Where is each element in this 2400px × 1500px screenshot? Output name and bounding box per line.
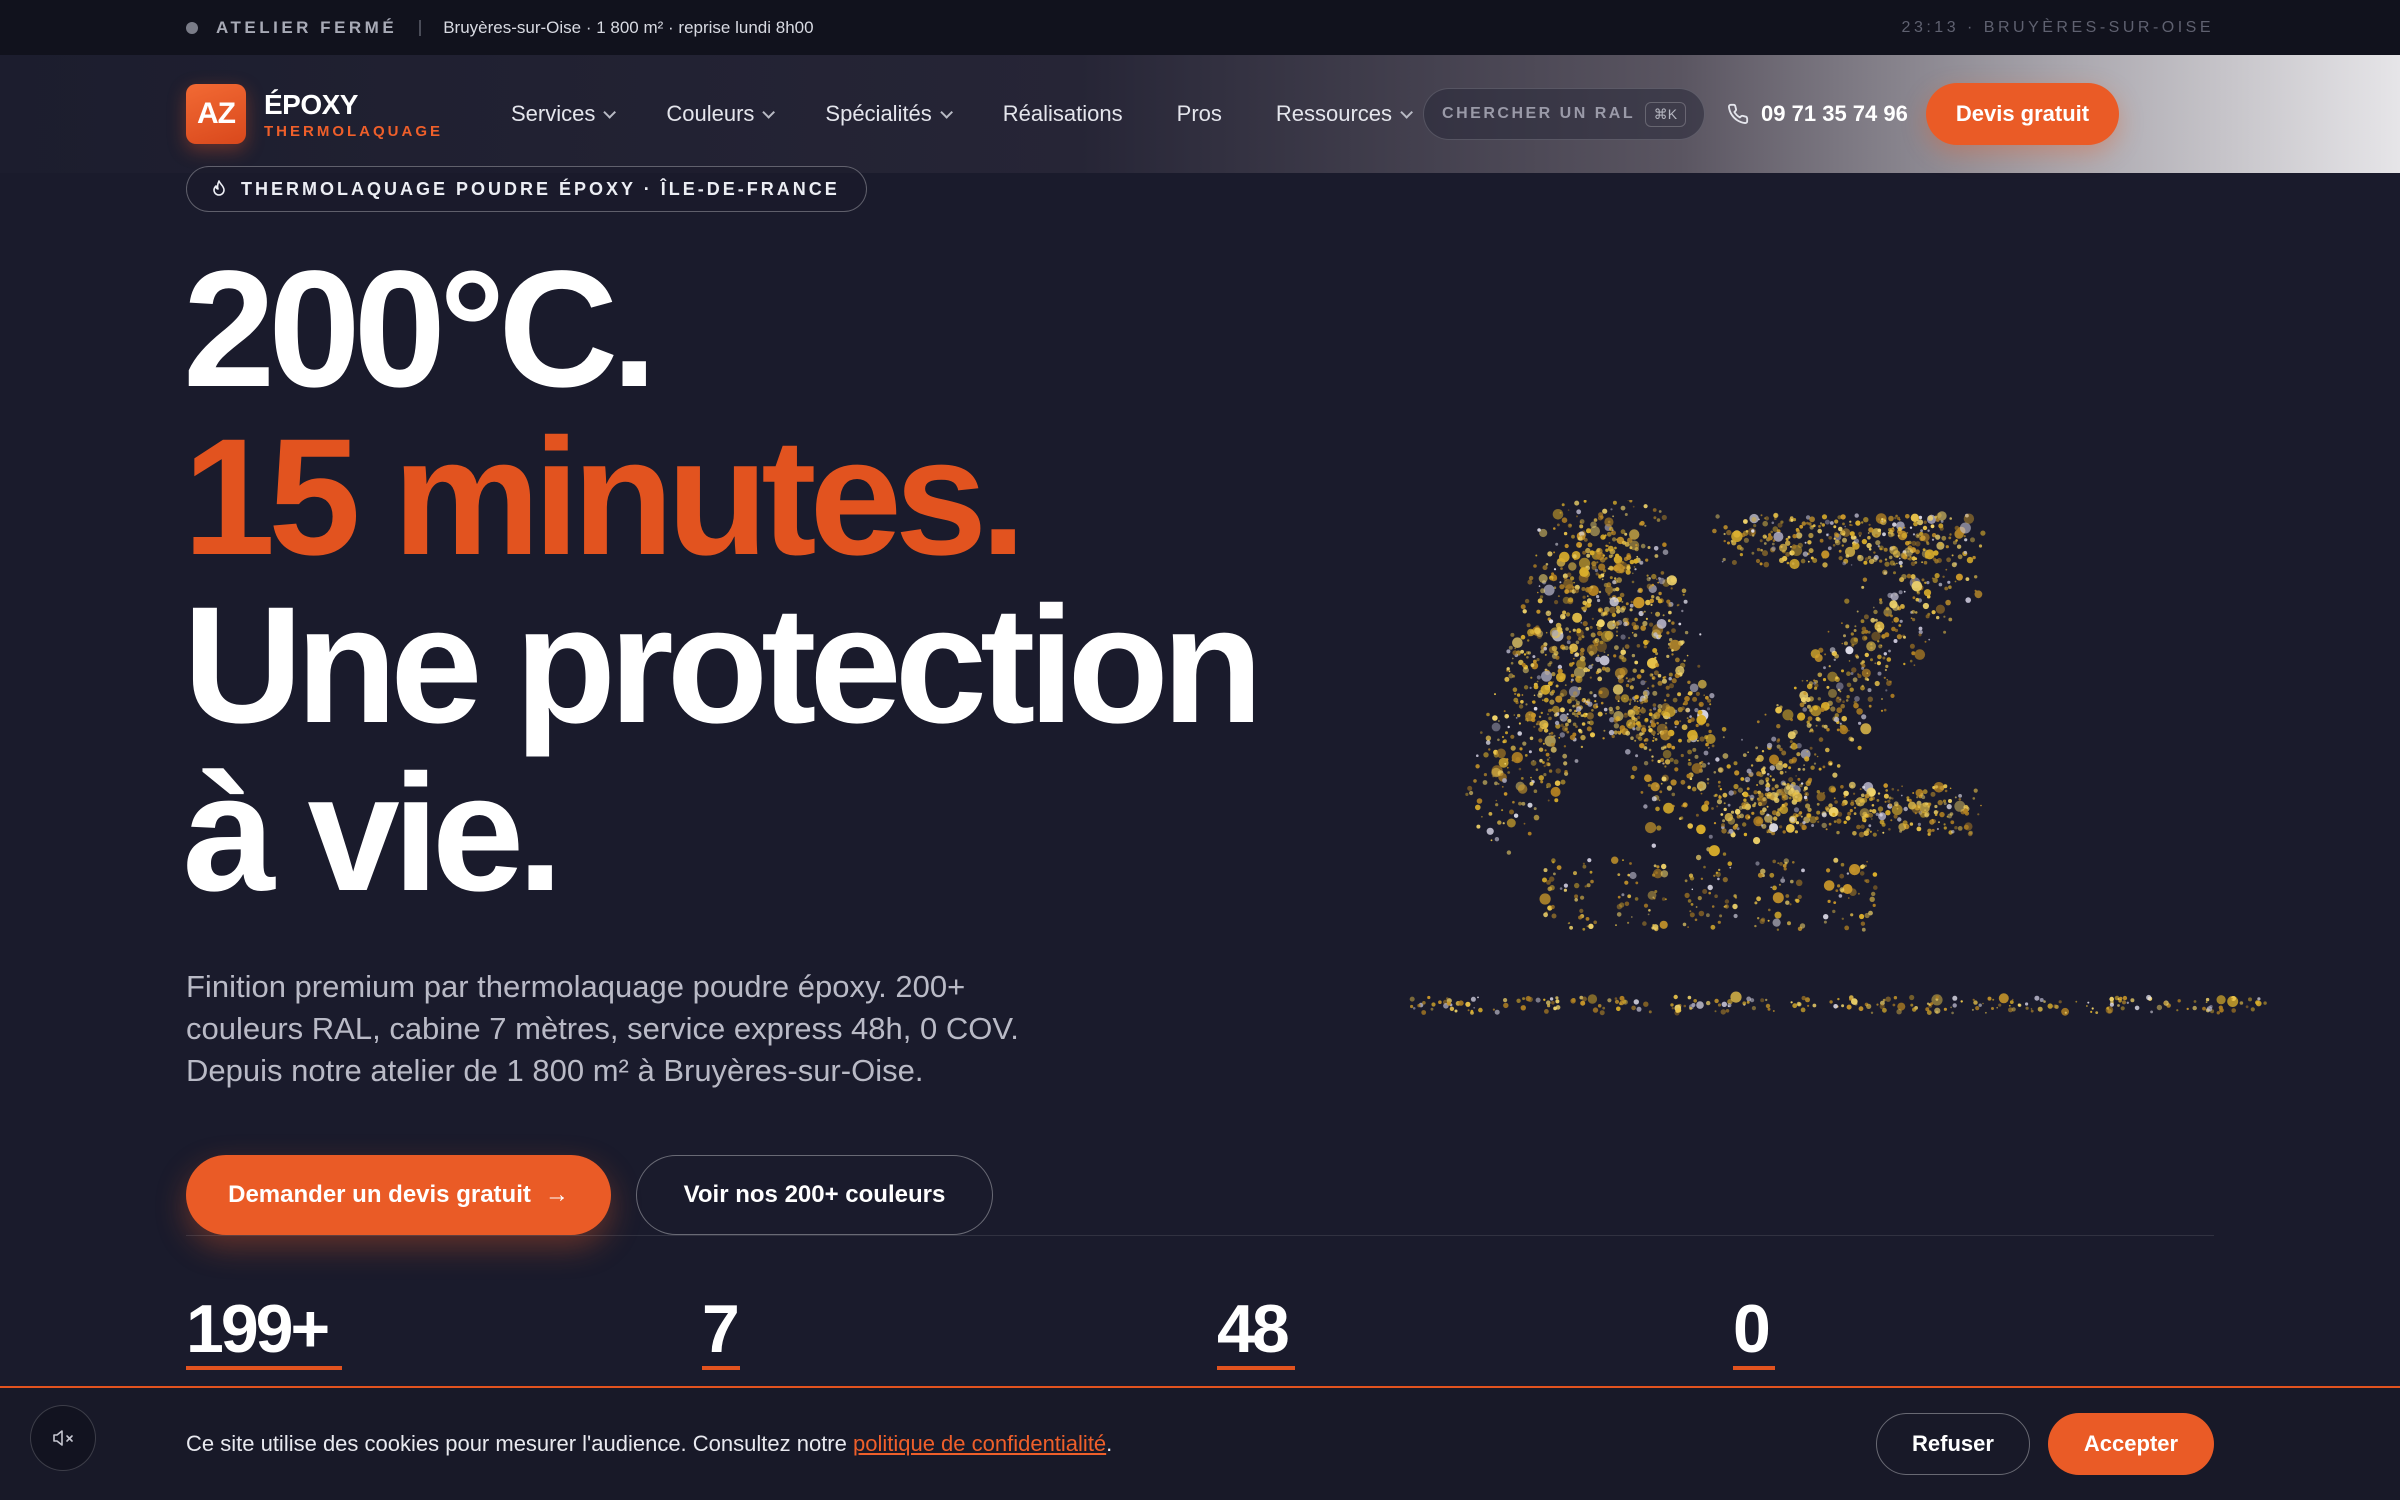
hero-tag: THERMOLAQUAGE POUDRE ÉPOXY · ÎLE-DE-FRAN… (186, 166, 867, 212)
chevron-down-icon (940, 105, 953, 119)
nav-item-realisations[interactable]: Réalisations (1003, 101, 1123, 127)
section-divider (186, 1235, 2214, 1236)
workshop-status: ATELIER FERMÉ (216, 17, 398, 37)
hero-description: Finition premium par thermolaquage poudr… (186, 969, 1019, 1088)
request-quote-button[interactable]: Demander un devis gratuit → (186, 1155, 611, 1235)
status-divider (419, 19, 422, 36)
stat-express: 48 (1217, 1294, 1295, 1370)
chevron-down-icon (762, 105, 776, 119)
view-colors-button[interactable]: Voir nos 200+ couleurs (636, 1155, 993, 1235)
stat-cabin: 7 (702, 1294, 740, 1370)
workshop-info: Bruyères-sur-Oise · 1 800 m² · reprise l… (443, 17, 814, 37)
nav-item-pros[interactable]: Pros (1177, 101, 1222, 127)
header-quote-button[interactable]: Devis gratuit (1925, 83, 2120, 145)
nav-item-couleurs[interactable]: Couleurs (666, 101, 776, 127)
site-header: AZ ÉPOXY THERMOLAQUAGE Services Couleurs… (0, 55, 2400, 173)
stat-value: 199+ (186, 1291, 330, 1367)
nav-item-ressources[interactable]: Ressources (1275, 101, 1414, 127)
hero-tag-label: THERMOLAQUAGE POUDRE ÉPOXY · ÎLE-DE-FRAN… (241, 178, 840, 199)
headline-line-1: 200°C. (183, 237, 657, 422)
cookie-text: Ce site utilise des cookies pour mesurer… (186, 1431, 853, 1456)
stat-value: 7 (702, 1291, 740, 1367)
cookie-message: Ce site utilise des cookies pour mesurer… (186, 1431, 1112, 1457)
logo-text: ÉPOXY THERMOLAQUAGE (264, 89, 443, 140)
cookie-text-end: . (1106, 1431, 1113, 1456)
accept-cookies-button[interactable]: Accepter (2048, 1413, 2214, 1475)
logo[interactable]: AZ ÉPOXY THERMOLAQUAGE (186, 84, 443, 144)
search-placeholder: CHERCHER UN RAL (1442, 105, 1636, 122)
logo-name: ÉPOXY (264, 88, 358, 120)
chevron-down-icon (603, 105, 617, 119)
nav-label: Réalisations (1002, 101, 1123, 126)
headline-line-3: Une protection (183, 573, 1263, 758)
search-shortcut-badge: ⌘K (1644, 101, 1687, 127)
nav-label: Spécialités (825, 101, 932, 126)
phone-icon (1728, 103, 1749, 124)
main-nav: Services Couleurs Spécialités Réalisatio… (511, 101, 1414, 127)
request-quote-label: Demander un devis gratuit (228, 1181, 531, 1208)
local-clock: 23:13 · BRUYÈRES-SUR-OISE (1901, 18, 2214, 36)
stat-colors: 199+ (186, 1294, 342, 1370)
phone-link[interactable]: 09 71 35 74 96 (1727, 101, 1908, 127)
sound-toggle-button[interactable] (30, 1405, 96, 1471)
nav-item-specialites[interactable]: Spécialités (825, 101, 953, 127)
stat-value: 48 (1217, 1291, 1290, 1367)
logo-subtitle: THERMOLAQUAGE (264, 122, 443, 140)
cookie-banner: Ce site utilise des cookies pour mesurer… (0, 1386, 2400, 1500)
phone-number: 09 71 35 74 96 (1761, 101, 1908, 126)
nav-label: Couleurs (666, 101, 755, 126)
flame-icon (213, 180, 225, 196)
nav-label: Pros (1176, 101, 1222, 126)
refuse-cookies-button[interactable]: Refuser (1876, 1413, 2030, 1475)
hero-headline: 200°C. 15 minutes. Une protection à vie. (183, 237, 1263, 926)
stat-cov: 0 (1733, 1294, 1775, 1370)
nav-label: Services (511, 101, 596, 126)
status-dot-icon (186, 21, 198, 34)
nav-label: Ressources (1275, 101, 1393, 126)
nav-item-services[interactable]: Services (511, 101, 617, 127)
headline-line-4: à vie. (183, 741, 563, 926)
top-status-bar: ATELIER FERMÉ Bruyères-sur-Oise · 1 800 … (0, 0, 2400, 55)
ral-search-input[interactable]: CHERCHER UN RAL ⌘K (1423, 88, 1706, 140)
speaker-mute-icon (53, 1430, 73, 1446)
privacy-policy-link[interactable]: politique de confidentialité (853, 1431, 1106, 1456)
logo-mark: AZ (186, 84, 246, 144)
headline-line-2: 15 minutes. (183, 405, 1026, 590)
chevron-down-icon (1400, 105, 1414, 119)
arrow-right-icon: → (544, 1181, 569, 1208)
particle-logo-illustration (1409, 500, 2267, 1016)
stat-value: 0 (1733, 1291, 1771, 1367)
